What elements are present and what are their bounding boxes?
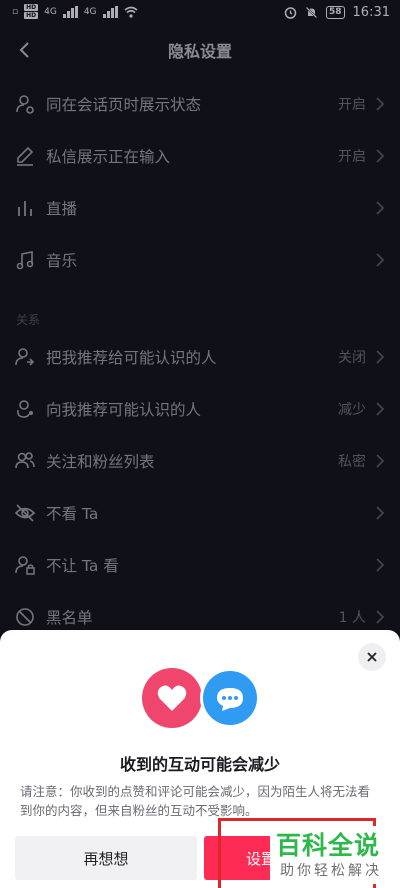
sheet-description: 请注意：你收到的点赞和评论可能会减少，因为陌生人将无法看到你的内容，但来自粉丝的… (20, 784, 371, 818)
rethink-button[interactable]: 再想想 (15, 836, 197, 880)
watermark-subtitle: 助你轻松解决 (280, 863, 382, 879)
watermark: 百科全说 助你轻松解决 (270, 826, 388, 884)
sheet-title: 收到的互动可能会减少 (119, 755, 280, 774)
heart-chat-illustration (142, 668, 260, 728)
close-button[interactable] (358, 643, 386, 671)
watermark-title: 百科全说 (276, 831, 381, 860)
close-icon (367, 652, 377, 662)
